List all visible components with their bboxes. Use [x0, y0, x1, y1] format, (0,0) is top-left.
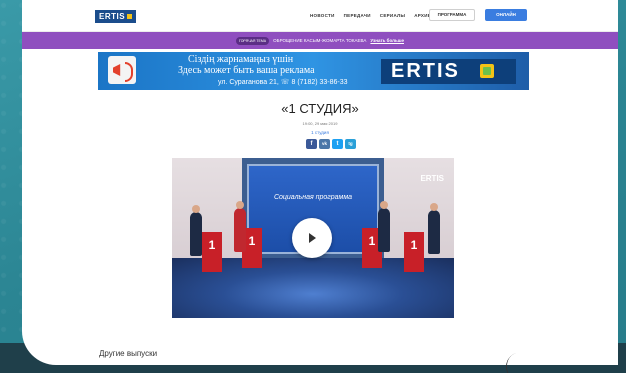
nav-item-shows[interactable]: ПЕРЕДАЧИ: [344, 13, 371, 18]
studio-desk: [202, 232, 222, 272]
ad-line-kz: Сіздің жарнамаңыз үшін: [188, 54, 294, 65]
announcement-bar: ГОРЯЧАЯ ТЕМА ОБРОЩЕНИЕ КАСЫМ-ЖОМАРТА ТОК…: [22, 32, 618, 49]
top-bar: ERTIS НОВОСТИ ПЕРЕДАЧИ СЕРИАЛЫ АРХИВ ПРО…: [22, 0, 618, 32]
logo-mark-icon: [127, 14, 133, 19]
screen-text: Социальная программа: [273, 194, 353, 201]
publish-date: 19:00, 29 мая 2019: [302, 121, 338, 126]
share-buttons: f vk t tg: [306, 139, 356, 149]
page-title: «1 СТУДИЯ»: [281, 101, 359, 116]
announcement-text: ОБРОЩЕНИЕ КАСЫМ-ЖОМАРТА ТОКАЕВА: [273, 38, 367, 43]
tv-channel-logo: ERTIS: [420, 174, 444, 183]
logo-text: ERTIS: [99, 12, 126, 21]
hot-topic-badge: ГОРЯЧАЯ ТЕМА: [236, 36, 270, 45]
ad-contact: ул. Сураганова 21, ☏ 8 (7182) 33-86-33: [218, 79, 348, 86]
ad-brand-logo: ERTIS: [381, 59, 516, 84]
nav-item-series[interactable]: СЕРИАЛЫ: [380, 13, 405, 18]
facebook-icon[interactable]: f: [306, 139, 317, 149]
main-nav: НОВОСТИ ПЕРЕДАЧИ СЕРИАЛЫ АРХИВ: [310, 13, 431, 18]
presenter-figure: [428, 203, 440, 254]
video-player[interactable]: Социальная программа ERTIS: [172, 158, 454, 318]
presenter-figure: [234, 201, 246, 252]
category-link[interactable]: 1 студия: [22, 130, 618, 135]
ad-line-ru: Здесь может быть ваша реклама: [178, 65, 315, 76]
web-page: ERTIS НОВОСТИ ПЕРЕДАЧИ СЕРИАЛЫ АРХИВ ПРО…: [22, 0, 618, 365]
presenter-figure: [378, 201, 390, 252]
presenter-figure: [190, 205, 202, 256]
twitter-icon[interactable]: t: [332, 139, 343, 149]
ad-banner[interactable]: Сіздің жарнамаңыз үшін Здесь может быть …: [98, 52, 529, 90]
site-logo[interactable]: ERTIS: [95, 10, 137, 23]
other-episodes-heading: Другие выпуски: [99, 349, 158, 358]
telegram-icon[interactable]: tg: [345, 139, 356, 149]
ad-brand-text: ERTIS: [391, 60, 460, 82]
studio-desk: [404, 232, 424, 272]
brand-mark-icon: [480, 64, 494, 78]
live-button[interactable]: ОНЛАЙН: [485, 9, 527, 21]
nav-item-news[interactable]: НОВОСТИ: [310, 13, 335, 18]
learn-more-link[interactable]: Узнать больше: [370, 38, 404, 43]
schedule-button[interactable]: ПРОГРАММА: [429, 9, 475, 21]
vk-icon[interactable]: vk: [319, 139, 330, 149]
play-button-icon[interactable]: [292, 218, 332, 258]
megaphone-icon: [108, 56, 136, 84]
